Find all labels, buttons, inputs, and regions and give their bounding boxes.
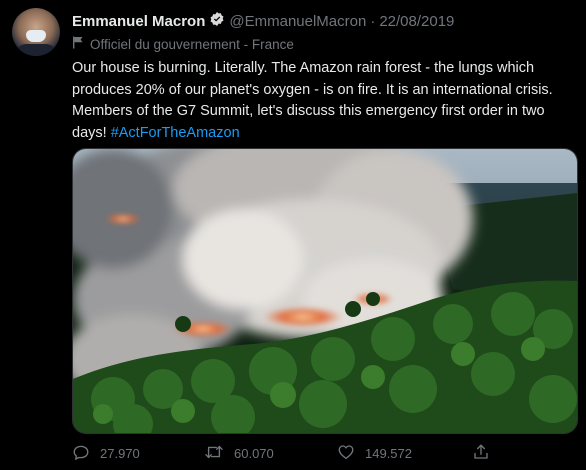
tweet-actions: 27.970 60.070 149.572 (72, 440, 572, 466)
reply-count: 27.970 (100, 445, 140, 461)
author-handle[interactable]: @EmmanuelMacron (229, 13, 366, 30)
tweet-image[interactable] (72, 148, 578, 434)
share-icon (472, 443, 490, 464)
avatar-mask (26, 30, 46, 42)
amazon-fire-photo (73, 149, 577, 433)
tweet-header: Emmanuel Macron @EmmanuelMacron · 22/08/… (72, 10, 454, 32)
tweet[interactable]: Emmanuel Macron @EmmanuelMacron · 22/08/… (0, 0, 586, 470)
like-count: 149.572 (365, 445, 412, 461)
government-label: Officiel du gouvernement - France (72, 36, 294, 52)
like-button[interactable]: 149.572 (337, 443, 472, 464)
affiliation-text: Officiel du gouvernement - France (90, 36, 294, 52)
avatar[interactable] (12, 8, 60, 56)
tweet-text: Our house is burning. Literally. The Ama… (72, 58, 572, 144)
avatar-suit (16, 44, 56, 56)
heart-icon (337, 443, 355, 464)
retweet-button[interactable]: 60.070 (204, 443, 337, 464)
tweet-date[interactable]: 22/08/2019 (379, 13, 454, 30)
header-separator: · (370, 12, 376, 30)
verified-badge-icon (209, 11, 225, 32)
author-name[interactable]: Emmanuel Macron (72, 13, 205, 30)
flag-icon (72, 36, 84, 52)
retweet-icon (204, 443, 224, 464)
retweet-count: 60.070 (234, 445, 274, 461)
reply-icon (72, 443, 90, 464)
share-button[interactable] (472, 443, 490, 464)
reply-button[interactable]: 27.970 (72, 443, 204, 464)
hashtag-link[interactable]: #ActForTheAmazon (111, 125, 240, 141)
